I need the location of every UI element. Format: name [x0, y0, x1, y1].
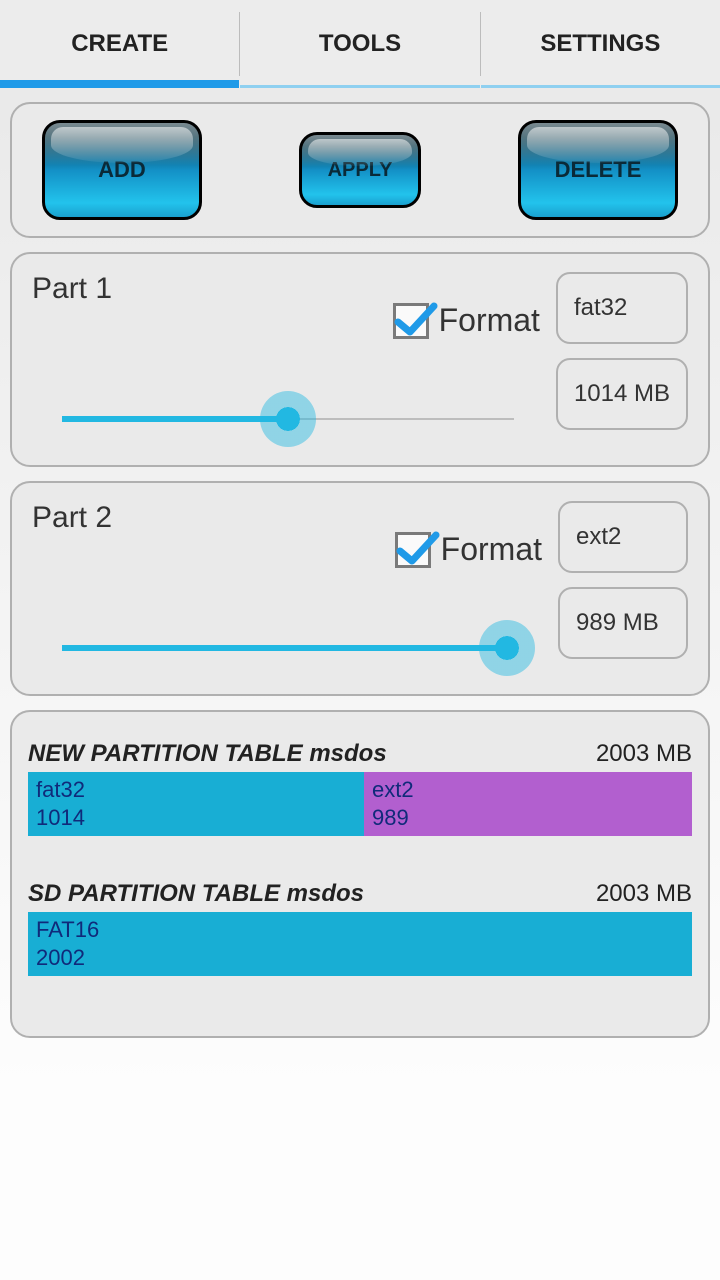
checkmark-icon: [396, 529, 440, 573]
new-table-bar: fat321014ext2989: [28, 772, 692, 836]
toolbar-card: ADD APPLY DELETE: [10, 102, 710, 238]
partition-tables-card: NEW PARTITION TABLE msdos 2003 MB fat321…: [10, 710, 710, 1038]
size-slider[interactable]: [32, 628, 542, 668]
partition-card-2: Part 2 Format ext2 989 MB: [10, 481, 710, 696]
button-label: DELETE: [555, 157, 642, 183]
partition-segment: fat321014: [28, 772, 364, 836]
filesystem-select[interactable]: fat32: [556, 272, 688, 344]
size-display[interactable]: 1014 MB: [556, 358, 688, 430]
partition-title: Part 1: [32, 272, 112, 305]
sd-table-bar: FAT162002: [28, 912, 692, 976]
format-label: Format: [439, 302, 540, 339]
filesystem-value: fat32: [574, 294, 627, 321]
tab-label: CREATE: [71, 30, 168, 58]
partition-title: Part 2: [32, 501, 112, 534]
tab-label: TOOLS: [319, 30, 401, 58]
format-label: Format: [441, 531, 542, 568]
delete-button[interactable]: DELETE: [518, 120, 678, 220]
new-table-total: 2003 MB: [596, 740, 692, 768]
size-value: 989 MB: [576, 609, 659, 636]
button-label: APPLY: [328, 159, 393, 182]
partition-segment: FAT162002: [28, 912, 692, 976]
sd-table-title: SD PARTITION TABLE msdos: [28, 880, 364, 908]
slider-thumb[interactable]: [479, 620, 535, 676]
tab-tools[interactable]: TOOLS: [240, 0, 479, 88]
sd-table-total: 2003 MB: [596, 880, 692, 908]
slider-fill: [62, 645, 507, 651]
size-display[interactable]: 989 MB: [558, 587, 688, 659]
format-checkbox[interactable]: [395, 532, 431, 568]
size-value: 1014 MB: [574, 380, 670, 407]
new-table-title: NEW PARTITION TABLE msdos: [28, 740, 387, 768]
slider-fill: [62, 416, 288, 422]
apply-button[interactable]: APPLY: [299, 132, 421, 208]
tab-label: SETTINGS: [540, 30, 660, 58]
add-button[interactable]: ADD: [42, 120, 202, 220]
slider-thumb[interactable]: [260, 391, 316, 447]
checkmark-icon: [394, 300, 438, 344]
partition-segment: ext2989: [364, 772, 692, 836]
tab-settings[interactable]: SETTINGS: [481, 0, 720, 88]
button-label: ADD: [98, 157, 146, 183]
tab-create[interactable]: CREATE: [0, 0, 239, 88]
filesystem-select[interactable]: ext2: [558, 501, 688, 573]
size-slider[interactable]: [32, 399, 540, 439]
tab-bar: CREATE TOOLS SETTINGS: [0, 0, 720, 88]
format-checkbox[interactable]: [393, 303, 429, 339]
partition-card-1: Part 1 Format fat32 1014 MB: [10, 252, 710, 467]
filesystem-value: ext2: [576, 523, 621, 550]
